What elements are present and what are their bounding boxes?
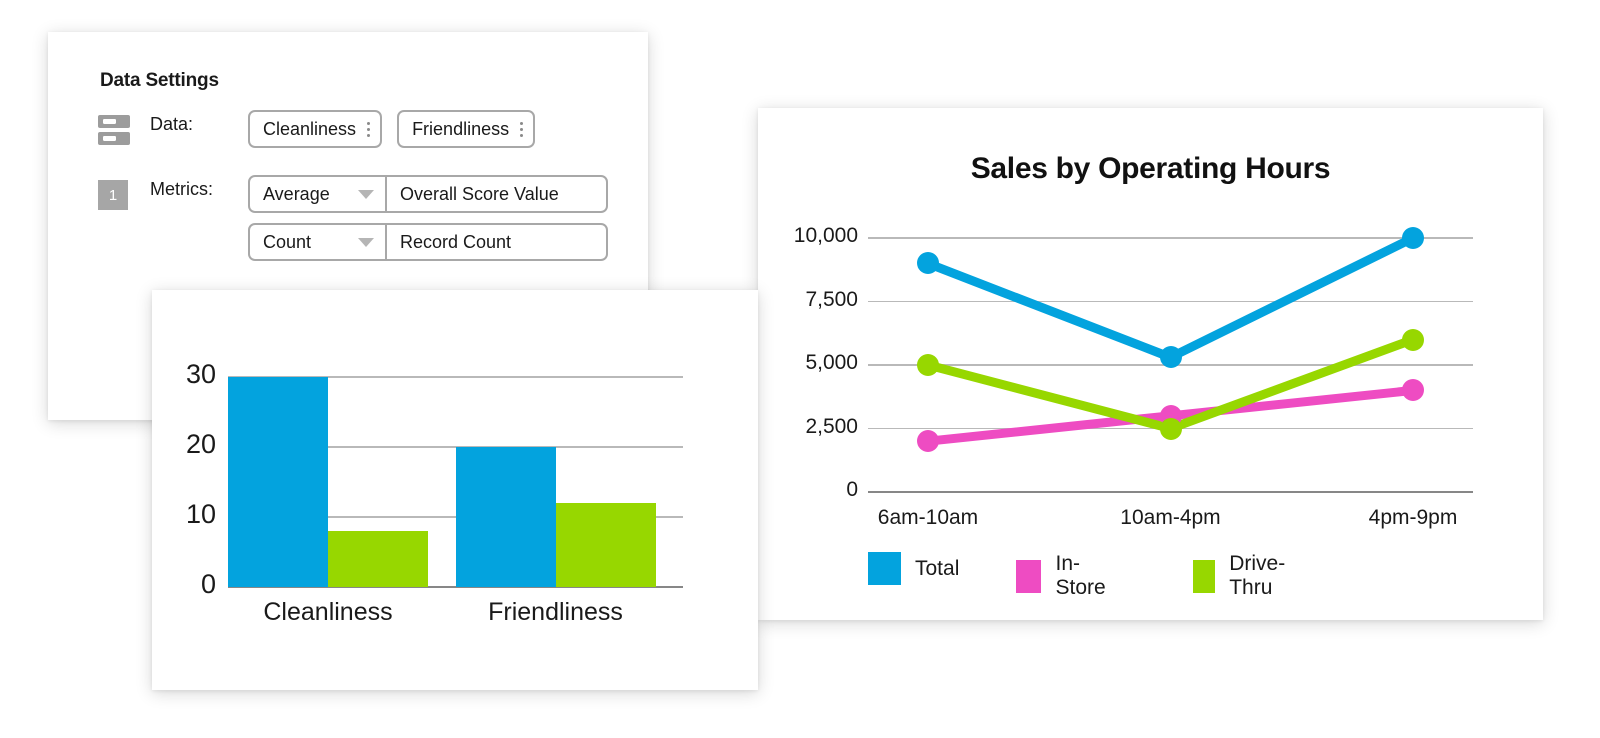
data-pill-friendliness[interactable]: Friendliness	[397, 110, 536, 148]
data-pill-cleanliness[interactable]: Cleanliness	[248, 110, 383, 148]
line-chart-panel: Sales by Operating Hours	[758, 108, 1543, 620]
data-row-label: Data:	[150, 114, 194, 134]
kebab-menu-icon[interactable]	[518, 121, 524, 137]
server-icon	[98, 115, 130, 145]
metric-row-2[interactable]: Count Record Count	[248, 223, 608, 261]
metric-field-1[interactable]: Overall Score Value	[387, 177, 606, 211]
metrics-row-icon-cell: 1	[98, 175, 150, 210]
metric-number-badge: 1	[98, 180, 128, 210]
metric-aggregation-label-1: Average	[263, 183, 330, 204]
metric-rows: Average Overall Score Value Count Record…	[248, 175, 608, 261]
metric-aggregation-label-2: Count	[263, 231, 312, 252]
data-pill-friendliness-label: Friendliness	[412, 118, 510, 139]
data-row: Data: Cleanliness Friendliness	[98, 110, 536, 148]
kebab-menu-icon[interactable]	[365, 121, 371, 137]
bar-chart-panel	[152, 290, 758, 690]
metrics-row: 1 Metrics: Average Overall Score Value C…	[98, 175, 608, 261]
metric-aggregation-select-2[interactable]: Count	[250, 225, 387, 259]
chevron-down-icon[interactable]	[358, 237, 374, 247]
data-row-icon-cell	[98, 110, 150, 145]
data-pill-cleanliness-label: Cleanliness	[263, 118, 357, 139]
metric-row-1[interactable]: Average Overall Score Value	[248, 175, 608, 213]
screenshot-root: Data Settings Data: Cleanliness Friendli	[0, 0, 1600, 738]
line-chart-title: Sales by Operating Hours	[970, 152, 1331, 185]
data-settings-title: Data Settings	[100, 70, 219, 91]
chevron-down-icon[interactable]	[358, 189, 374, 199]
metric-aggregation-select-1[interactable]: Average	[250, 177, 387, 211]
data-pill-group: Cleanliness Friendliness	[248, 110, 536, 148]
metrics-row-label: Metrics:	[150, 179, 213, 199]
metric-field-2[interactable]: Record Count	[387, 225, 606, 259]
